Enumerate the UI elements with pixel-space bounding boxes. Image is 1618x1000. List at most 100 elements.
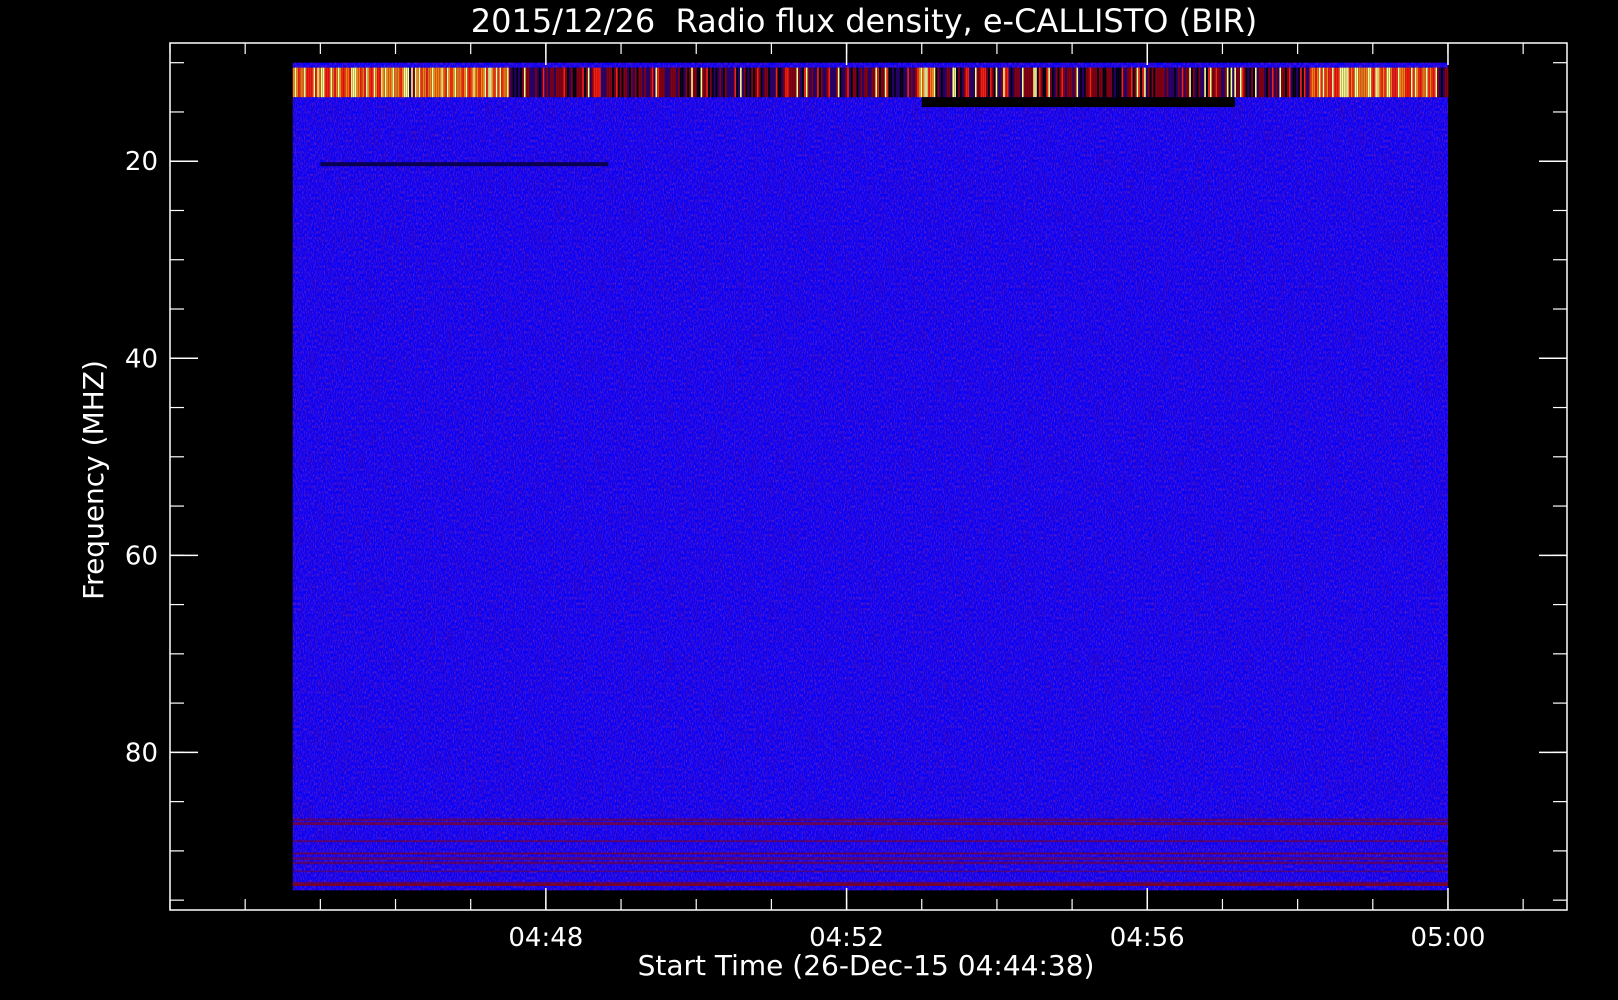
- band-burst: [706, 67, 708, 98]
- band-burst: [555, 67, 558, 98]
- band-burst: [629, 67, 631, 98]
- band-burst: [1110, 67, 1112, 98]
- band-burst: [1191, 67, 1193, 98]
- band-burst: [1407, 67, 1409, 98]
- band-burst: [1262, 67, 1265, 98]
- band-burst: [1055, 67, 1058, 98]
- band-burst: [518, 67, 520, 98]
- band-burst: [894, 67, 896, 98]
- band-burst: [1332, 67, 1334, 98]
- band-burst: [544, 67, 547, 98]
- band-burst: [1277, 67, 1280, 98]
- dark-cutoff: [921, 97, 1235, 108]
- band-burst: [356, 67, 359, 98]
- band-burst: [1303, 67, 1306, 98]
- feature-2: [320, 162, 609, 167]
- band-burst: [1095, 67, 1097, 98]
- band-burst: [433, 67, 436, 98]
- band-burst: [781, 67, 784, 98]
- band-burst: [948, 67, 951, 98]
- band-burst: [542, 67, 545, 98]
- band-burst: [1123, 67, 1126, 98]
- band-burst: [1300, 67, 1302, 98]
- y-tick-label: 80: [125, 738, 158, 768]
- band-burst: [570, 67, 573, 98]
- band-burst: [591, 67, 594, 98]
- band-burst: [1302, 67, 1304, 98]
- band-burst: [610, 67, 612, 98]
- band-burst: [1424, 67, 1426, 98]
- band-burst: [336, 67, 338, 98]
- band-burst: [1241, 67, 1244, 98]
- band-burst: [1339, 67, 1342, 98]
- band-burst: [1061, 67, 1064, 98]
- band-burst: [495, 67, 498, 98]
- band-burst: [897, 67, 900, 98]
- band-burst: [587, 67, 590, 98]
- band-burst: [304, 67, 306, 98]
- band-burst: [1194, 67, 1197, 98]
- band-burst: [777, 67, 780, 98]
- band-burst: [619, 67, 622, 98]
- interference-line: [292, 840, 1448, 843]
- band-burst: [461, 67, 464, 98]
- band-burst: [849, 67, 851, 98]
- band-burst: [1217, 67, 1220, 98]
- band-burst: [1444, 67, 1447, 98]
- band-burst: [1003, 67, 1005, 98]
- band-burst: [1042, 67, 1045, 98]
- band-burst: [371, 67, 374, 98]
- band-burst: [1382, 67, 1385, 98]
- band-burst: [482, 67, 485, 98]
- band-burst: [679, 67, 682, 98]
- band-burst: [632, 67, 635, 98]
- band-burst: [1091, 67, 1094, 98]
- band-burst: [1258, 67, 1261, 98]
- band-burst: [1429, 67, 1432, 98]
- band-burst: [1172, 67, 1174, 98]
- band-burst: [723, 67, 725, 98]
- band-burst: [1102, 67, 1105, 98]
- band-burst: [1364, 67, 1366, 98]
- band-burst: [503, 67, 505, 98]
- band-burst: [606, 67, 609, 98]
- band-burst: [1100, 67, 1103, 98]
- band-burst: [1431, 67, 1434, 98]
- band-burst: [522, 67, 524, 98]
- band-burst: [704, 67, 706, 98]
- chart-svg: 2015/12/26 Radio flux density, e-CALLIST…: [77, 2, 1568, 982]
- band-burst: [845, 67, 847, 98]
- band-burst: [1358, 67, 1360, 98]
- band-burst: [901, 67, 904, 98]
- band-burst: [835, 67, 838, 98]
- band-burst: [1119, 67, 1122, 98]
- band-burst: [911, 67, 913, 98]
- band-burst: [1354, 67, 1357, 98]
- band-burst: [426, 67, 428, 98]
- band-burst: [1006, 67, 1009, 98]
- band-burst: [961, 67, 964, 98]
- band-burst: [582, 67, 584, 98]
- heatmap-vertical-streaks: [292, 62, 1448, 891]
- band-burst: [1243, 67, 1246, 98]
- band-burst: [550, 67, 552, 98]
- band-burst: [317, 67, 319, 98]
- band-burst: [922, 67, 924, 98]
- band-burst: [398, 67, 400, 98]
- band-burst: [839, 67, 842, 98]
- band-burst: [507, 67, 509, 98]
- band-burst: [1204, 67, 1206, 98]
- band-burst: [1162, 67, 1165, 98]
- band-burst: [1130, 67, 1133, 98]
- band-burst: [689, 67, 691, 98]
- band-burst: [1012, 67, 1015, 98]
- band-burst: [638, 67, 641, 98]
- band-burst: [909, 67, 911, 98]
- band-burst: [1251, 67, 1253, 98]
- band-burst: [1147, 67, 1150, 98]
- band-burst: [847, 67, 849, 98]
- band-burst: [512, 67, 515, 98]
- band-burst: [1044, 67, 1047, 98]
- band-burst: [1348, 67, 1351, 98]
- band-burst: [1010, 67, 1013, 98]
